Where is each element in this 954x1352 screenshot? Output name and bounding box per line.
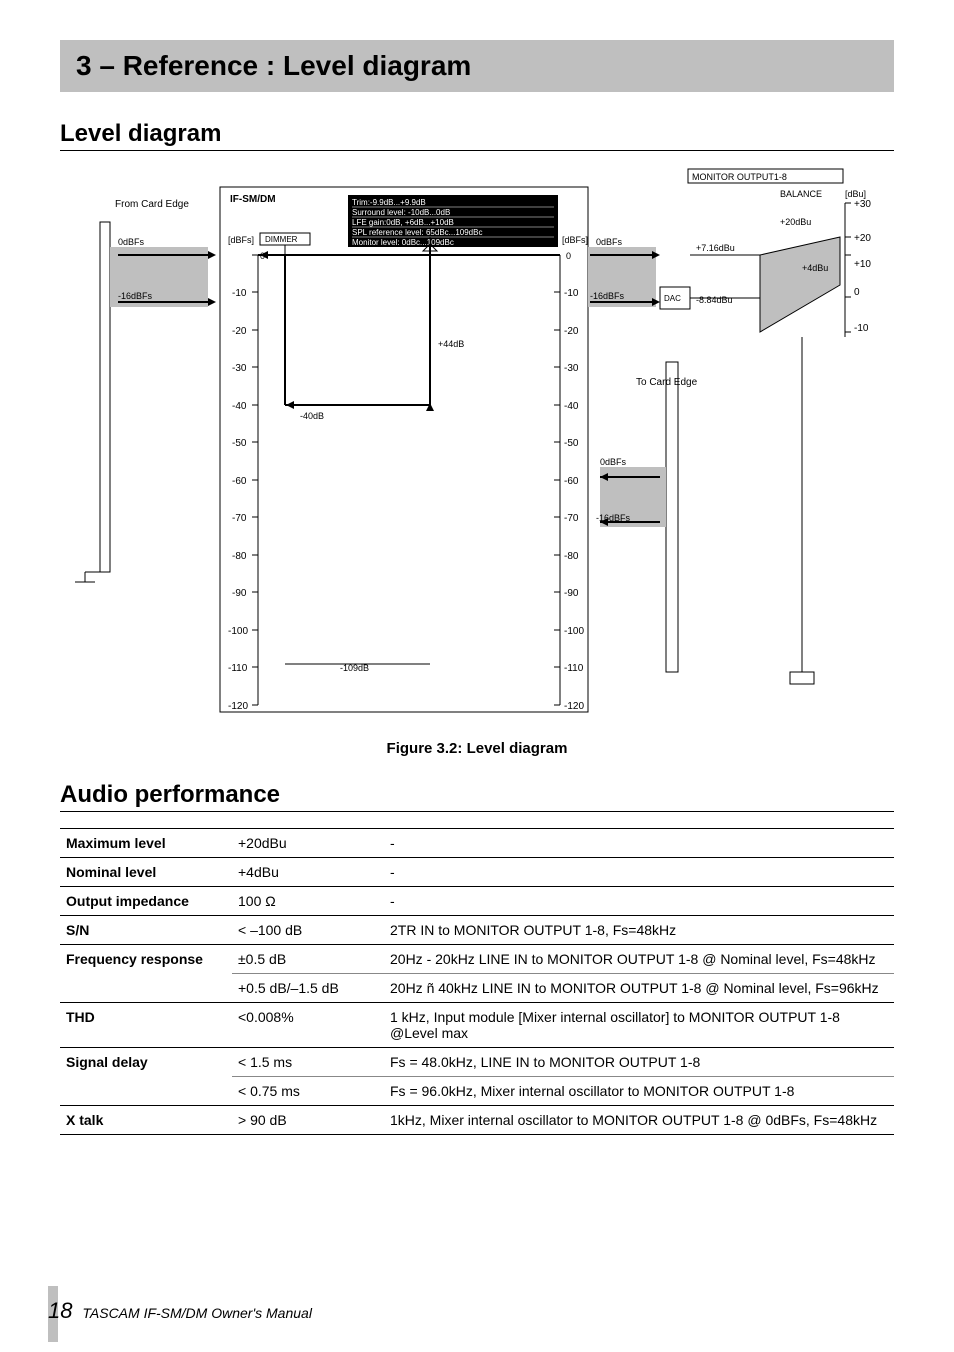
setting-monitor: Monitor level: 0dBc...109dBc — [352, 238, 454, 247]
spec-max-level-note: - — [384, 829, 894, 858]
spec-thd-label: THD — [60, 1003, 232, 1048]
p20dbu-label: +20dBu — [780, 217, 811, 227]
spec-max-level-label: Maximum level — [60, 829, 232, 858]
p4dbu-label: +4dBu — [802, 263, 828, 273]
dimmer-label: DIMMER — [265, 235, 298, 244]
spec-sd-row1-note: Fs = 48.0kHz, LINE IN to MONITOR OUTPUT … — [384, 1048, 894, 1077]
annot-p44: +44dB — [438, 339, 464, 349]
spec-out-imp-value: 100 Ω — [232, 887, 384, 916]
balance-label: BALANCE — [780, 189, 822, 199]
setting-lfe: LFE gain:0dB, +6dB...+10dB — [352, 218, 454, 227]
spec-nom-level-value: +4dBu — [232, 858, 384, 887]
out-level-0-label: 0dBFs — [596, 237, 623, 247]
spec-sd-label: Signal delay — [60, 1048, 232, 1106]
left-ticks: -10 -20 -30 -40 -50 -60 -70 -80 -90 -100… — [228, 255, 258, 712]
spec-thd-value: <0.008% — [232, 1003, 384, 1048]
spec-sn-value: < –100 dB — [232, 916, 384, 945]
monitor-output-label: MONITOR OUTPUT1-8 — [692, 172, 787, 182]
svg-text:-80: -80 — [564, 551, 579, 562]
svg-text:+10: +10 — [854, 259, 871, 270]
spec-freq-row2-val: +0.5 dB/–1.5 dB — [232, 974, 384, 1003]
spec-sd-row1-val: < 1.5 ms — [232, 1048, 384, 1077]
svg-text:-10: -10 — [564, 288, 579, 299]
section-title-bar: 3 – Reference : Level diagram — [60, 40, 894, 92]
module-title: IF-SM/DM — [230, 194, 276, 205]
svg-text:-90: -90 — [232, 588, 247, 599]
out-level-16-label: -16dBFs — [590, 291, 625, 301]
page-footer: 18 TASCAM IF-SM/DM Owner's Manual — [48, 1298, 312, 1324]
svg-text:-50: -50 — [564, 438, 579, 449]
dac-label: DAC — [664, 294, 681, 303]
svg-text:-110: -110 — [564, 663, 584, 674]
svg-text:0: 0 — [854, 287, 860, 298]
spec-xtalk-note: 1kHz, Mixer internal oscillator to MONIT… — [384, 1106, 894, 1135]
setting-trim: Trim:-9.9dB...+9.9dB — [352, 198, 426, 207]
svg-text:-120: -120 — [564, 701, 584, 712]
svg-text:-70: -70 — [232, 513, 247, 524]
svg-text:-50: -50 — [232, 438, 247, 449]
spec-sd-row2-val: < 0.75 ms — [232, 1077, 384, 1106]
setting-spl: SPL reference level: 65dBc...109dBc — [352, 228, 482, 237]
svg-text:-60: -60 — [564, 476, 579, 487]
section-title: 3 – Reference : Level diagram — [76, 50, 471, 81]
figure-caption: Figure 3.2: Level diagram — [60, 740, 894, 757]
spec-max-level-value: +20dBu — [232, 829, 384, 858]
footer-text: TASCAM IF-SM/DM Owner's Manual — [82, 1305, 312, 1321]
svg-text:-20: -20 — [232, 326, 247, 337]
dac-db: -8.84dBu — [696, 295, 733, 305]
spec-freq-row1-val: ±0.5 dB — [232, 945, 384, 974]
right-block-0: 0dBFs — [600, 457, 627, 467]
svg-text:-20: -20 — [564, 326, 579, 337]
svg-text:-90: -90 — [564, 588, 579, 599]
to-card-edge-label: To Card Edge — [636, 377, 698, 388]
svg-text:+20: +20 — [854, 233, 871, 244]
svg-text:-60: -60 — [232, 476, 247, 487]
spec-nom-level-label: Nominal level — [60, 858, 232, 887]
svg-text:-30: -30 — [232, 363, 247, 374]
svg-text:-10: -10 — [232, 288, 247, 299]
spec-sn-label: S/N — [60, 916, 232, 945]
svg-text:+30: +30 — [854, 199, 871, 210]
setting-surround: Surround level: -10dB...0dB — [352, 208, 450, 217]
dbu-unit: [dBu] — [845, 189, 866, 199]
svg-text:-120: -120 — [228, 701, 248, 712]
level-diagram: From Card Edge 0dBFs -16dBFs IF-SM/DM Tr… — [60, 167, 894, 727]
spec-out-imp-label: Output impedance — [60, 887, 232, 916]
svg-text:-40: -40 — [564, 401, 579, 412]
svg-text:-40: -40 — [232, 401, 247, 412]
svg-text:-100: -100 — [564, 626, 584, 637]
heading-audio-performance: Audio performance — [60, 781, 894, 812]
annot-m40: -40dB — [300, 411, 324, 421]
from-card-edge-label: From Card Edge — [115, 199, 189, 210]
page-number: 18 — [48, 1298, 72, 1323]
spec-freq-label: Frequency response — [60, 945, 232, 1003]
svg-text:-70: -70 — [564, 513, 579, 524]
spec-freq-row1-note: 20Hz - 20kHz LINE IN to MONITOR OUTPUT 1… — [384, 945, 894, 974]
right-inner-scale-unit: [dBFs] — [562, 235, 588, 245]
spec-thd-note: 1 kHz, Input module [Mixer internal osci… — [384, 1003, 894, 1048]
spec-table: Maximum level +20dBu - Nominal level +4d… — [60, 828, 894, 1135]
in-level-0-label: 0dBFs — [118, 237, 145, 247]
right-inner-ticks: -10 -20 -30 -40 -50 -60 -70 -80 -90 -100… — [554, 255, 584, 712]
svg-text:-80: -80 — [232, 551, 247, 562]
spec-sd-row2-note: Fs = 96.0kHz, Mixer internal oscillator … — [384, 1077, 894, 1106]
spec-freq-row2-note: 20Hz ñ 40kHz LINE IN to MONITOR OUTPUT 1… — [384, 974, 894, 1003]
spec-out-imp-note: - — [384, 887, 894, 916]
right-inner-tick-0: 0 — [566, 251, 571, 261]
svg-text:-100: -100 — [228, 626, 248, 637]
heading-level-diagram: Level diagram — [60, 120, 894, 151]
svg-text:-110: -110 — [228, 663, 248, 674]
spec-sn-note: 2TR IN to MONITOR OUTPUT 1-8, Fs=48kHz — [384, 916, 894, 945]
svg-text:-30: -30 — [564, 363, 579, 374]
spec-xtalk-value: > 90 dB — [232, 1106, 384, 1135]
in-level-16-label: -16dBFs — [118, 291, 153, 301]
spec-xtalk-label: X talk — [60, 1106, 232, 1135]
spec-nom-level-note: - — [384, 858, 894, 887]
svg-text:-10: -10 — [854, 323, 869, 334]
left-scale-unit: [dBFs] — [228, 235, 254, 245]
p716-label: +7.16dBu — [696, 243, 735, 253]
